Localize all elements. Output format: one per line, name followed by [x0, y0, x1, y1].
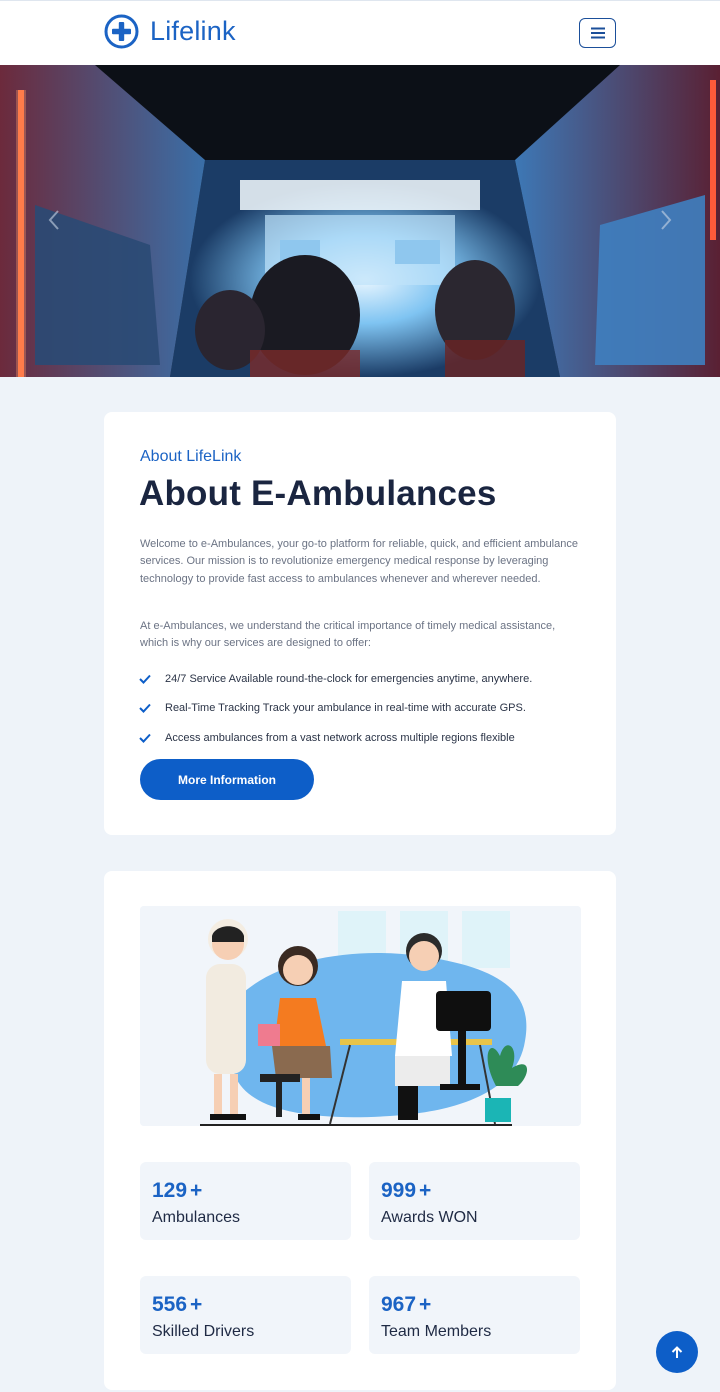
- about-section: About LifeLink About E-Ambulances Welcom…: [104, 412, 616, 835]
- feature-text: 24/7 Service Available round-the-clock f…: [165, 672, 533, 685]
- brand-name: Lifelink: [150, 16, 236, 46]
- stat-card-drivers: 556 + Skilled Drivers: [140, 1276, 351, 1354]
- stat-number: 556 +: [152, 1293, 202, 1317]
- ambulance-interior-photo: [0, 65, 720, 377]
- hamburger-icon: [590, 27, 605, 39]
- stat-label: Ambulances: [152, 1209, 241, 1226]
- check-icon: [139, 733, 151, 743]
- medical-cross-icon: [104, 14, 139, 49]
- stat-label: Team Members: [381, 1323, 492, 1340]
- carousel-next-icon[interactable]: [654, 205, 678, 235]
- stat-number: 999 +: [381, 1179, 431, 1203]
- stat-card-team: 967 + Team Members: [369, 1276, 580, 1354]
- carousel-prev-icon[interactable]: [42, 205, 66, 235]
- site-header: Lifelink: [0, 0, 720, 65]
- stat-label: Awards WON: [381, 1209, 478, 1226]
- stat-suffix: +: [190, 1179, 203, 1202]
- stat-card-awards: 999 + Awards WON: [369, 1162, 580, 1240]
- brand-logo[interactable]: Lifelink: [104, 14, 236, 49]
- feature-text: Access ambulances from a vast network ac…: [165, 731, 515, 744]
- stat-value: 967: [381, 1293, 417, 1316]
- doctor-patient-consultation-illustration: [140, 906, 581, 1126]
- back-to-top-button[interactable]: [656, 1331, 698, 1373]
- about-subtitle: About LifeLink: [140, 448, 242, 465]
- arrow-up-icon: [671, 1345, 683, 1358]
- about-paragraph: At e-Ambulances, we understand the criti…: [140, 620, 556, 650]
- menu-toggle-button[interactable]: [579, 18, 616, 48]
- check-icon: [139, 674, 151, 684]
- hero-carousel: [0, 65, 720, 377]
- stat-number: 129 +: [152, 1179, 202, 1203]
- feature-item: Access ambulances from a vast network ac…: [139, 723, 532, 753]
- stat-value: 129: [152, 1179, 188, 1202]
- stat-label: Skilled Drivers: [152, 1323, 255, 1340]
- check-icon: [139, 704, 151, 714]
- stat-number: 967 +: [381, 1293, 431, 1317]
- more-information-button[interactable]: More Information: [140, 759, 314, 800]
- about-paragraph: Welcome to e-Ambulances, your go-to plat…: [140, 538, 578, 585]
- consultation-illustration: [140, 906, 581, 1126]
- stat-value: 999: [381, 1179, 417, 1202]
- stat-suffix: +: [419, 1293, 432, 1316]
- about-title: About E-Ambulances: [139, 474, 497, 513]
- stat-suffix: +: [190, 1293, 203, 1316]
- stat-card-ambulances: 129 + Ambulances: [140, 1162, 351, 1240]
- stats-section: 129 + Ambulances 999 + Awards WON 556 + Ski…: [104, 871, 616, 1390]
- stat-value: 556: [152, 1293, 188, 1316]
- stat-suffix: +: [419, 1179, 432, 1202]
- feature-item: Real-Time Tracking Track your ambulance …: [139, 694, 532, 724]
- feature-item: 24/7 Service Available round-the-clock f…: [139, 664, 532, 694]
- feature-text: Real-Time Tracking Track your ambulance …: [165, 702, 526, 715]
- feature-list: 24/7 Service Available round-the-clock f…: [139, 664, 532, 753]
